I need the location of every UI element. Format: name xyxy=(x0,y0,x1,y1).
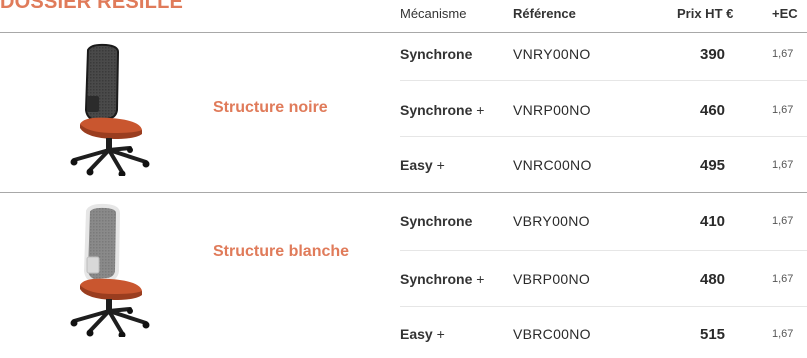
price-cell: 460 xyxy=(700,102,726,119)
price-cell: 390 xyxy=(700,46,726,63)
price-cell: 495 xyxy=(700,157,726,174)
reference-cell: VBRP00NO xyxy=(513,271,591,287)
reference-cell: VBRC00NO xyxy=(513,326,591,342)
header-prix: Prix HT € xyxy=(677,6,734,21)
row-separator xyxy=(400,80,807,81)
mecanisme-cell: Easy + xyxy=(400,157,445,173)
mecanisme-cell: Easy + xyxy=(400,326,445,342)
ec-cell: 1,67 xyxy=(772,328,794,340)
table-row: Synchrone + VBRP00NO 480 1,67 xyxy=(0,271,807,291)
row-separator xyxy=(400,136,807,137)
product-group-white: Structure blanche Synchrone VBRY00NO 410… xyxy=(0,193,807,343)
ec-cell: 1,67 xyxy=(772,159,794,171)
reference-cell: VNRC00NO xyxy=(513,157,592,173)
price-cell: 515 xyxy=(700,326,726,343)
price-cell: 410 xyxy=(700,213,726,230)
ec-cell: 1,67 xyxy=(772,215,794,227)
table-row: Synchrone + VNRP00NO 460 1,67 xyxy=(0,102,807,122)
reference-cell: VBRY00NO xyxy=(513,213,590,229)
section-title: DOSSIER RÉSILLE xyxy=(0,0,184,13)
ec-cell: 1,67 xyxy=(772,48,794,60)
table-row: Easy + VNRC00NO 495 1,67 xyxy=(0,157,807,177)
reference-cell: VNRY00NO xyxy=(513,46,591,62)
row-separator xyxy=(400,250,807,251)
price-cell: 480 xyxy=(700,271,726,288)
table-row: Synchrone VBRY00NO 410 1,67 xyxy=(0,213,807,233)
header-ec: +EC xyxy=(772,6,798,21)
product-group-black: Structure noire Synchrone VNRY00NO 390 1… xyxy=(0,32,807,182)
row-separator xyxy=(400,306,807,307)
ec-cell: 1,67 xyxy=(772,104,794,116)
table-row: Easy + VBRC00NO 515 1,67 xyxy=(0,326,807,346)
reference-cell: VNRP00NO xyxy=(513,102,591,118)
table-row: Synchrone VNRY00NO 390 1,67 xyxy=(0,46,807,66)
header-mecanisme: Mécanisme xyxy=(400,6,467,21)
mecanisme-cell: Synchrone + xyxy=(400,271,485,287)
header-reference: Référence xyxy=(513,6,576,21)
mecanisme-cell: Synchrone xyxy=(400,213,473,229)
mecanisme-cell: Synchrone + xyxy=(400,102,485,118)
ec-cell: 1,67 xyxy=(772,273,794,285)
group-label-white: Structure blanche xyxy=(213,243,350,260)
mecanisme-cell: Synchrone xyxy=(400,46,473,62)
